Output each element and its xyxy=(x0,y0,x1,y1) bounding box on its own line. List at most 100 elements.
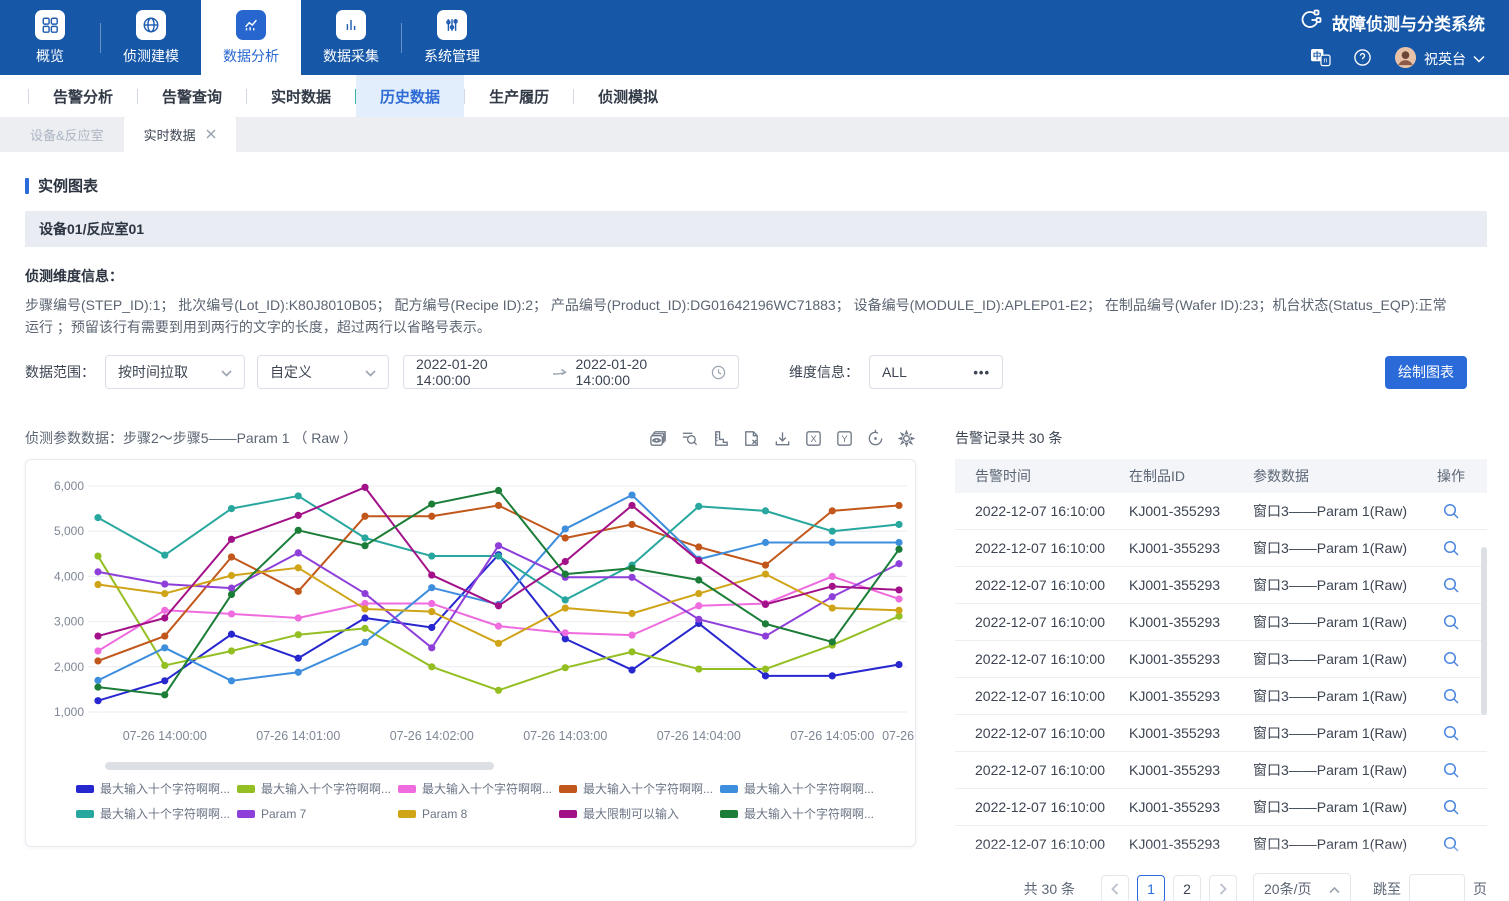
wafer-id: KJ001-355293 xyxy=(1115,799,1245,815)
wafer-id: KJ001-355293 xyxy=(1115,762,1245,778)
magnifier-icon[interactable] xyxy=(1443,836,1460,853)
legend-swatch xyxy=(720,785,738,793)
magnifier-icon[interactable] xyxy=(1443,762,1460,779)
sub-nav-alarm-analysis[interactable]: 告警分析 xyxy=(29,75,137,117)
line-chart-icon xyxy=(236,10,266,40)
download-icon[interactable] xyxy=(772,428,792,448)
filter-row: 数据范围： 按时间拉取 自定义 2022-01-20 14:00:00 2022… xyxy=(25,355,1487,389)
magnifier-icon[interactable] xyxy=(1443,688,1460,705)
legend-item[interactable]: 最大输入十个字符啊啊... xyxy=(76,805,237,822)
legend-item[interactable]: 最大输入十个字符啊啊... xyxy=(559,780,720,797)
dimension-info-text: 步骤编号(STEP_ID):1； 批次编号(Lot_ID):K80J8010B0… xyxy=(25,294,1460,338)
magnifier-icon[interactable] xyxy=(1443,577,1460,594)
page-size-select[interactable]: 20条/页 xyxy=(1253,873,1351,901)
reset-icon[interactable] xyxy=(865,428,885,448)
language-icon[interactable]: 中n xyxy=(1310,48,1331,70)
alarm-time: 2022-12-07 16:10:00 xyxy=(955,503,1115,519)
sliders-icon xyxy=(437,10,467,40)
chart-horizontal-scrollbar[interactable] xyxy=(105,762,494,770)
alarm-time: 2022-12-07 16:10:00 xyxy=(955,688,1115,704)
legend-label: 最大输入十个字符啊啊... xyxy=(100,805,230,822)
jump-page-input[interactable] xyxy=(1409,874,1465,901)
sub-nav-detection-simulation[interactable]: 侦测模拟 xyxy=(574,75,682,117)
legend-item[interactable]: 最大输入十个字符啊啊... xyxy=(76,780,237,797)
start-time[interactable]: 2022-01-20 14:00:00 xyxy=(416,356,543,388)
legend-item[interactable]: Param 7 xyxy=(237,805,398,822)
top-nav-modeling[interactable]: 侦测建模 xyxy=(101,0,201,75)
ruler-icon[interactable] xyxy=(710,428,730,448)
jump-label: 跳至 xyxy=(1373,879,1401,899)
top-nav-data-analysis[interactable]: 数据分析 xyxy=(201,0,301,75)
end-time[interactable]: 2022-01-20 14:00:00 xyxy=(576,356,703,388)
tab-realtime-data[interactable]: 实时数据 xyxy=(124,117,236,152)
sub-nav-realtime-data[interactable]: 实时数据 xyxy=(247,75,355,117)
settings-icon[interactable] xyxy=(896,428,916,448)
page-button-1[interactable]: 1 xyxy=(1137,875,1165,901)
tab-strip: 设备&反应室 实时数据 xyxy=(0,117,1509,152)
svg-text:07-26 14:03:00: 07-26 14:03:00 xyxy=(523,729,607,743)
preview-layers-icon[interactable] xyxy=(648,428,668,448)
arrow-right-icon xyxy=(552,364,567,380)
legend-item[interactable]: 最大输入十个字符啊啊... xyxy=(398,780,559,797)
page-button-2[interactable]: 2 xyxy=(1173,875,1201,901)
wafer-id: KJ001-355293 xyxy=(1115,577,1245,593)
chevron-down-icon xyxy=(221,364,232,380)
prev-page-button[interactable] xyxy=(1101,875,1129,901)
svg-text:Y: Y xyxy=(841,433,848,444)
magnifier-icon[interactable] xyxy=(1443,540,1460,557)
help-icon[interactable] xyxy=(1353,48,1372,70)
legend-item[interactable]: 最大输入十个字符啊啊... xyxy=(720,780,881,797)
magnifier-icon[interactable] xyxy=(1443,799,1460,816)
next-page-button[interactable] xyxy=(1209,875,1237,901)
table-row: 2022-12-07 16:10:00 KJ001-355293 窗口3——Pa… xyxy=(955,752,1487,789)
table-vertical-scrollbar[interactable] xyxy=(1481,547,1487,715)
svg-text:n: n xyxy=(1324,57,1328,65)
magnifier-icon[interactable] xyxy=(1443,503,1460,520)
sub-nav-alarm-query[interactable]: 告警查询 xyxy=(138,75,246,117)
chevron-down-icon xyxy=(365,364,376,380)
user-menu[interactable]: 祝英台 xyxy=(1394,46,1485,72)
legend-label: 最大限制可以输入 xyxy=(583,805,679,822)
svg-text:1,000: 1,000 xyxy=(54,705,84,719)
svg-text:07-26 14:01:00: 07-26 14:01:00 xyxy=(256,729,340,743)
magnifier-icon[interactable] xyxy=(1443,651,1460,668)
legend-item[interactable]: Param 8 xyxy=(398,805,559,822)
top-nav-right: 故障侦测与分类系统 中n 祝英台 xyxy=(1298,8,1485,72)
table-row: 2022-12-07 16:10:00 KJ001-355293 窗口3——Pa… xyxy=(955,604,1487,641)
clock-icon xyxy=(711,365,726,380)
magnifier-icon[interactable] xyxy=(1443,725,1460,742)
close-icon[interactable] xyxy=(206,127,216,142)
range-type-select[interactable]: 自定义 xyxy=(257,355,389,389)
alarm-time: 2022-12-07 16:10:00 xyxy=(955,836,1115,852)
dimension-select-label: 维度信息： xyxy=(789,362,859,382)
top-nav-data-collect[interactable]: 数据采集 xyxy=(301,0,401,75)
param-data: 窗口3——Param 1(Raw) xyxy=(1245,575,1415,595)
draw-chart-button[interactable]: 绘制图表 xyxy=(1385,356,1467,389)
svg-text:07-26 14:00:00: 07-26 14:00:00 xyxy=(123,729,207,743)
svg-text:X: X xyxy=(810,433,817,444)
x-axis-icon[interactable]: X xyxy=(803,428,823,448)
table-row: 2022-12-07 16:10:00 KJ001-355293 窗口3——Pa… xyxy=(955,493,1487,530)
y-axis-icon[interactable]: Y xyxy=(834,428,854,448)
pull-mode-select[interactable]: 按时间拉取 xyxy=(105,355,245,389)
legend-swatch xyxy=(559,785,577,793)
magnifier-icon[interactable] xyxy=(1443,614,1460,631)
legend-item[interactable]: 最大限制可以输入 xyxy=(559,805,720,822)
top-nav-system[interactable]: 系统管理 xyxy=(402,0,502,75)
alarm-time: 2022-12-07 16:10:00 xyxy=(955,614,1115,630)
alarm-section: 告警记录共 30 条 告警时间 在制品ID 参数数据 操作 2022-12-07… xyxy=(955,423,1487,901)
svg-text:07-26 14:04:00: 07-26 14:04:00 xyxy=(657,729,741,743)
legend-item[interactable]: 最大输入十个字符啊啊... xyxy=(237,780,398,797)
device-banner: 设备01/反应室01 xyxy=(25,211,1487,247)
sub-nav-production-history[interactable]: 生产履历 xyxy=(465,75,573,117)
dimension-select[interactable]: ALL ••• xyxy=(869,355,1003,389)
legend-item[interactable]: 最大输入十个字符啊啊... xyxy=(720,805,881,822)
top-nav-overview[interactable]: 概览 xyxy=(0,0,100,75)
top-nav-label: 系统管理 xyxy=(424,46,480,66)
search-list-icon[interactable] xyxy=(679,428,699,448)
date-range-picker[interactable]: 2022-01-20 14:00:00 2022-01-20 14:00:00 xyxy=(403,355,739,389)
sub-nav-history-data[interactable]: 历史数据 xyxy=(356,75,464,117)
tab-device-chamber[interactable]: 设备&反应室 xyxy=(10,117,124,152)
table-row: 2022-12-07 16:10:00 KJ001-355293 窗口3——Pa… xyxy=(955,567,1487,604)
file-clear-icon[interactable] xyxy=(741,428,761,448)
